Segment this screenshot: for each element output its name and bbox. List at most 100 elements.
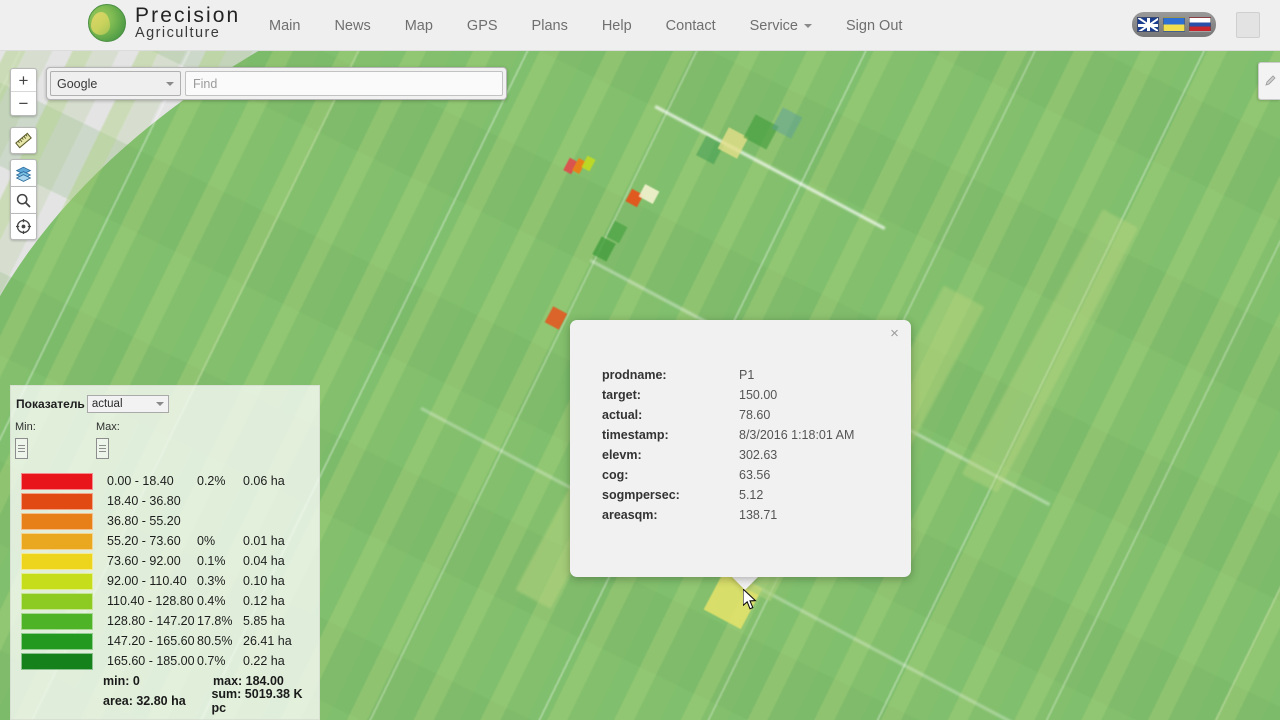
legend-area: 0.22 ha — [243, 654, 285, 668]
legend-area: 0.06 ha — [243, 474, 285, 488]
nav-gps-label: GPS — [466, 17, 498, 34]
zoom-out-button[interactable]: − — [11, 92, 36, 115]
legend-area: 0.01 ha — [243, 534, 285, 548]
brand-text: Precision Agriculture — [135, 4, 240, 42]
nav-main[interactable]: Main — [252, 0, 317, 51]
legend-swatch — [21, 632, 93, 650]
legend-row[interactable]: 147.20 - 165.60 80.5% 26.41 ha — [11, 631, 319, 651]
ruler-measure-tool[interactable] — [10, 127, 37, 154]
legend-header: Показатель actual — [11, 395, 319, 413]
attr-value: 150.00 — [739, 388, 778, 402]
locate-tool[interactable] — [10, 213, 37, 240]
nav-news[interactable]: News — [317, 0, 387, 51]
chevron-down-icon — [166, 81, 174, 86]
nav-service[interactable]: Service — [733, 0, 829, 51]
legend-min: min: 0 — [103, 674, 140, 688]
attr-value: 5.12 — [739, 488, 764, 502]
nav-gps[interactable]: GPS — [450, 0, 515, 51]
map-search-bar: Google Find — [46, 67, 507, 100]
brand-logo[interactable]: Precision Agriculture — [88, 4, 240, 42]
legend-area: 0.04 ha — [243, 554, 285, 568]
legend-total-area: area: 32.80 ha — [103, 694, 186, 708]
feature-attribute-table: prodname: P1 target: 150.00 actual: 78.6… — [602, 368, 854, 528]
crosshair-target-icon — [16, 219, 31, 234]
magnifier-icon — [16, 193, 31, 208]
layers-tool[interactable] — [10, 159, 37, 186]
legend-row[interactable]: 128.80 - 147.20 17.8% 5.85 ha — [11, 611, 319, 631]
min-slider-handle[interactable] — [15, 438, 28, 459]
legend-percent: 0.2% — [197, 474, 226, 488]
legend-range: 110.40 - 128.80 — [107, 594, 194, 608]
legend-row[interactable]: 0.00 - 18.40 0.2% 0.06 ha — [11, 471, 319, 491]
table-row: actual: 78.60 — [602, 408, 854, 428]
indicator-select[interactable]: actual — [86, 395, 169, 413]
language-switcher — [1132, 12, 1216, 37]
table-row: areasqm: 138.71 — [602, 508, 854, 528]
map-application: Precision Agriculture Main News Map GPS … — [0, 0, 1280, 720]
legend-row[interactable]: 165.60 - 185.00 0.7% 0.22 ha — [11, 651, 319, 671]
max-label: Max: — [96, 421, 120, 433]
table-row: prodname: P1 — [602, 368, 854, 388]
nav-plans-label: Plans — [531, 17, 568, 34]
legend-percent: 0.7% — [197, 654, 226, 668]
popup-pointer — [730, 575, 760, 590]
nav-news-label: News — [334, 17, 371, 34]
indicator-value: actual — [91, 398, 123, 410]
side-panel-toggle-button[interactable] — [1258, 62, 1280, 100]
legend-range: 55.20 - 73.60 — [107, 534, 181, 548]
ruler-icon — [15, 132, 32, 149]
chevron-down-icon — [804, 23, 812, 28]
legend-row[interactable]: 92.00 - 110.40 0.3% 0.10 ha — [11, 571, 319, 591]
nav-map-label: Map — [404, 17, 433, 34]
legend-row[interactable]: 18.40 - 36.80 — [11, 491, 319, 511]
legend-row[interactable]: 73.60 - 92.00 0.1% 0.04 ha — [11, 551, 319, 571]
attr-value: P1 — [739, 368, 755, 382]
attr-key: elevm: — [602, 448, 642, 462]
legend-range: 73.60 - 92.00 — [107, 554, 181, 568]
brand-line-2: Agriculture — [135, 25, 221, 42]
attr-value: 8/3/2016 1:18:01 AM — [739, 428, 855, 442]
nav-service-label: Service — [749, 17, 798, 34]
nav-map[interactable]: Map — [388, 0, 450, 51]
nav-sign-out-label: Sign Out — [846, 17, 903, 34]
attr-value: 63.56 — [739, 468, 771, 482]
legend-percent: 0.4% — [197, 594, 226, 608]
flag-ukraine-icon[interactable] — [1163, 17, 1185, 32]
legend-row[interactable]: 110.40 - 128.80 0.4% 0.12 ha — [11, 591, 319, 611]
legend-range: 147.20 - 165.60 — [107, 634, 195, 648]
header-extra-button[interactable] — [1236, 12, 1260, 38]
attr-key: cog: — [602, 468, 629, 482]
nav-plans[interactable]: Plans — [515, 0, 585, 51]
legend-swatch — [21, 532, 93, 550]
nav-sign-out[interactable]: Sign Out — [829, 0, 919, 51]
legend-percent: 0.1% — [197, 554, 226, 568]
legend-row[interactable]: 36.80 - 55.20 — [11, 511, 319, 531]
flag-russia-icon[interactable] — [1189, 17, 1211, 32]
max-slider-handle[interactable] — [96, 438, 109, 459]
legend-row[interactable]: 55.20 - 73.60 0% 0.01 ha — [11, 531, 319, 551]
legend-area: 0.10 ha — [243, 574, 285, 588]
legend-panel: Показатель actual Min: Max: 0.00 - 18.40… — [10, 385, 320, 720]
legend-area: 5.85 ha — [243, 614, 285, 628]
legend-range: 92.00 - 110.40 — [107, 574, 187, 588]
close-icon[interactable]: × — [886, 325, 903, 342]
attr-key: areasqm: — [602, 508, 658, 522]
legend-swatch — [21, 472, 93, 490]
site-header: Precision Agriculture Main News Map GPS … — [0, 0, 1280, 51]
search-tool[interactable] — [10, 186, 37, 213]
map-canvas[interactable]: + − Google Find × prodname: P1 target: 1… — [0, 51, 1280, 720]
leaf-circle-logo-icon — [88, 4, 126, 42]
legend-max: max: 184.00 — [213, 674, 284, 688]
search-provider-select[interactable]: Google — [50, 71, 181, 96]
legend-percent: 0.3% — [197, 574, 226, 588]
attr-key: timestamp: — [602, 428, 669, 442]
nav-help[interactable]: Help — [585, 0, 649, 51]
nav-contact[interactable]: Contact — [649, 0, 733, 51]
table-row: target: 150.00 — [602, 388, 854, 408]
search-input[interactable]: Find — [185, 71, 503, 96]
zoom-in-button[interactable]: + — [11, 69, 36, 92]
flag-uk-icon[interactable] — [1137, 17, 1159, 32]
legend-swatch — [21, 592, 93, 610]
legend-swatch — [21, 652, 93, 670]
attr-key: prodname: — [602, 368, 667, 382]
